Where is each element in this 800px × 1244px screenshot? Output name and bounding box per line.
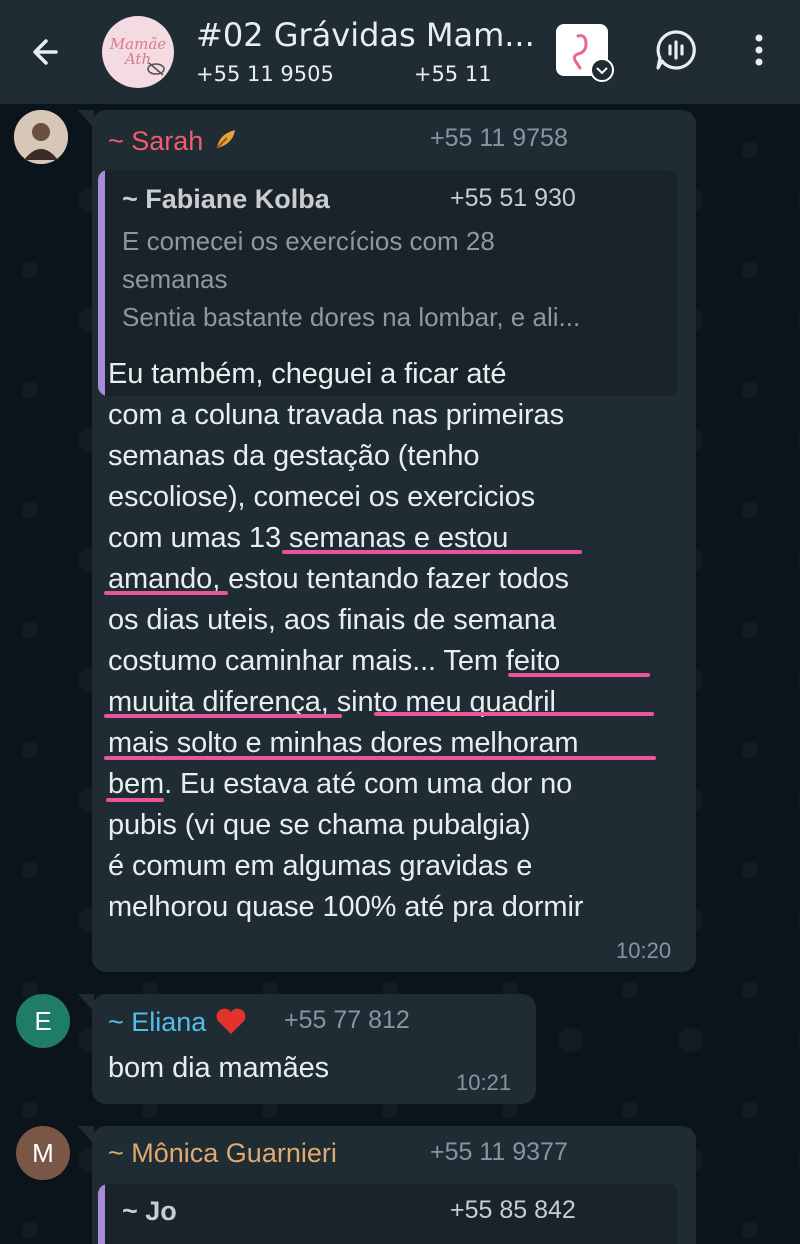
- quoted-phone: +55 85 842: [450, 1196, 576, 1224]
- message-text-line: é comum em algumas gravidas e: [108, 850, 533, 882]
- message-text-line: escoliose), comecei os exercicios: [108, 481, 536, 513]
- message-text-line: os dias uteis, aos finais de semana: [108, 604, 556, 636]
- quoted-sender: ~ Fabiane Kolba: [122, 184, 330, 214]
- group-avatar[interactable]: Mamãe Ath: [102, 16, 174, 88]
- arrow-left-icon: [33, 39, 58, 65]
- message-text-line: bom dia mamães: [108, 1052, 330, 1084]
- quoted-text-line: E comecei os exercícios com 28: [122, 226, 495, 256]
- quoted-sender: ~ Jo: [122, 1196, 177, 1226]
- highlight-underline: [508, 673, 650, 677]
- avatar-letter: M: [32, 1137, 54, 1168]
- message-time: 10:21: [456, 1070, 512, 1095]
- highlight-underline: [104, 591, 228, 595]
- highlight-underline: [282, 550, 582, 554]
- highlight-underline: [106, 798, 164, 802]
- eye-off-icon: [147, 62, 165, 76]
- message-text-line: costumo caminhar mais... Tem feito: [108, 645, 561, 677]
- quoted-text-line: Sentia bastante dores na lombar, e ali..…: [122, 302, 581, 332]
- sender-phone: +55 11 9377: [430, 1138, 568, 1166]
- app-shortcut-icon[interactable]: [556, 24, 614, 82]
- sender-phone: +55 77 812: [284, 1006, 410, 1034]
- highlight-underline: [374, 712, 654, 716]
- highlight-underline: [104, 714, 342, 718]
- message-text-line: com a coluna travada nas primeiras: [108, 399, 564, 431]
- message-time: 10:20: [616, 938, 672, 963]
- sender-name[interactable]: ~ Sarah: [108, 124, 241, 157]
- chat-header: Mamãe Ath #02 Grávidas Mam... +55 11 950…: [0, 0, 800, 104]
- message-bubble[interactable]: ~ Eliana +55 77 812 bom dia mamães 10:21: [78, 994, 536, 1104]
- sender-name[interactable]: ~ Mônica Guarnieri: [108, 1138, 337, 1169]
- leaf-emoji-icon: [216, 130, 235, 149]
- voice-call-button[interactable]: [652, 26, 700, 74]
- user-photo-icon: [14, 110, 68, 164]
- back-button[interactable]: [26, 30, 70, 74]
- group-members-list[interactable]: +55 11 9505 +55 11: [196, 62, 572, 86]
- audio-chat-icon: [656, 30, 696, 70]
- kebab-menu-icon: [755, 34, 763, 66]
- message-text-line: pubis (vi que se chama pubalgia): [108, 809, 531, 841]
- message-text-line: melhorou quase 100% até pra dormir: [108, 891, 584, 923]
- sender-name[interactable]: ~ Eliana: [108, 1006, 248, 1038]
- avatar-monica[interactable]: M: [16, 1126, 70, 1180]
- group-title[interactable]: #02 Grávidas Mam...: [196, 16, 535, 54]
- red-heart-icon: [216, 1008, 246, 1034]
- member-phone: +55 11: [413, 62, 492, 86]
- more-options-button[interactable]: [744, 30, 774, 70]
- avatar-letter: E: [34, 1005, 52, 1036]
- message-bubble[interactable]: ~ Sarah +55 11 9758 ~ Fabiane Kolba +55 …: [78, 110, 696, 972]
- chevron-down-icon: [590, 58, 614, 82]
- member-phone: +55 11 9505: [196, 62, 334, 86]
- message-bubble[interactable]: ~ Mônica Guarnieri +55 11 9377 ~ Jo +55 …: [78, 1126, 696, 1244]
- message-text-line: semanas da gestação (tenho: [108, 440, 480, 472]
- avatar-sarah[interactable]: [14, 110, 68, 164]
- highlight-underline: [104, 756, 656, 760]
- sender-phone: +55 11 9758: [430, 124, 568, 152]
- message-text-line: Eu também, cheguei a ficar até: [108, 358, 507, 390]
- message-text-line: bem. Eu estava até com uma dor no: [108, 768, 573, 800]
- quoted-text-line: semanas: [122, 264, 228, 294]
- avatar-eliana[interactable]: E: [16, 994, 70, 1048]
- quoted-message[interactable]: ~ Jo +55 85 842: [98, 1184, 678, 1244]
- quoted-phone: +55 51 930: [450, 184, 576, 212]
